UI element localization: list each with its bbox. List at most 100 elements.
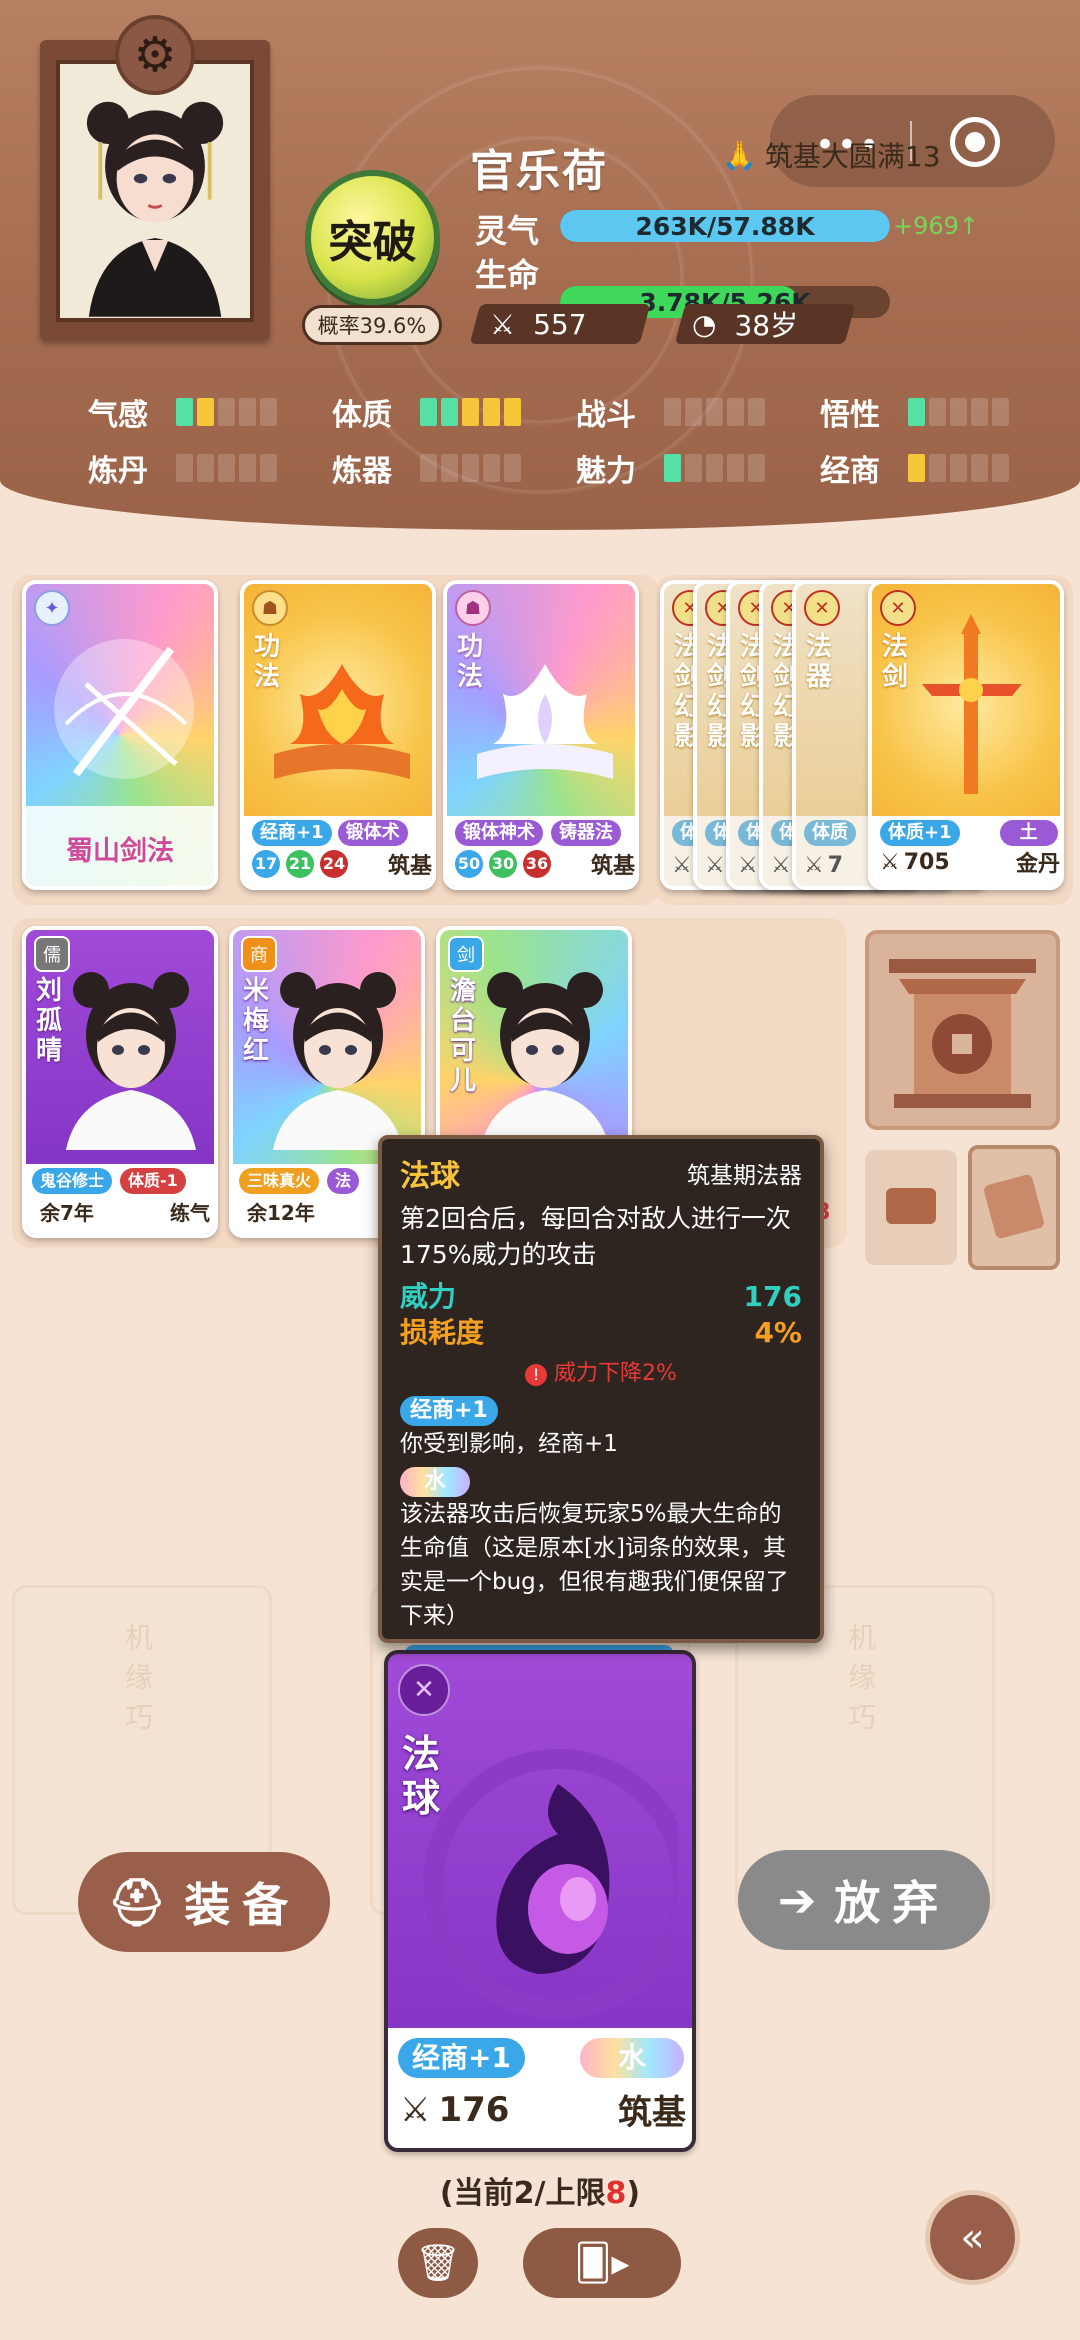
deck-button[interactable]: 🂠▸ [523,2228,681,2298]
warning-icon: ! [525,1364,548,1386]
trait-description: 该法器攻击后恢复玩家5%最大生命的生命值（这是原本[水]词条的效果，其实是一个b… [400,1501,789,1629]
attribute-name: 体质 [332,398,392,433]
npc-card-0[interactable]: 儒刘孤晴 鬼谷修士 体质-1 余7年 练气 [22,926,218,1238]
crossed-swords-icon: ⚔ [490,307,516,341]
attribute-pip [664,398,681,426]
attribute-pip [748,454,765,482]
npc-tag: 鬼谷修士 [32,1168,113,1194]
attribute-pip [664,454,681,482]
card-tag: 体质 [804,820,856,846]
tooltip-title: 法球 [400,1159,460,1194]
ghost-card-text: 机缘巧 [125,1621,154,1734]
power-value: 176 [743,1280,802,1313]
attribute-pips [176,398,277,426]
attribute-4: 炼丹 [88,446,332,490]
attribute-name: 炼丹 [88,454,148,489]
card-technique-1[interactable]: ☗ 功法 经商+1 锻体术 17 21 24 筑基 [240,580,436,890]
settings-gear-icon[interactable]: ⚙ [115,15,195,95]
attribute-pip [260,454,277,482]
attribute-pip [483,398,500,426]
card-tag: 体质+1 [880,820,960,846]
scroll-icon [982,1173,1046,1240]
flame-book-art [274,664,410,779]
npc-tag: 法 [327,1168,360,1194]
capacity-suffix: ) [626,2176,641,2211]
card-power: 705 [903,849,950,875]
close-target-icon[interactable] [950,117,1000,167]
attribute-pips [664,398,765,426]
attribute-name: 经商 [820,454,880,489]
character-portrait-art [60,65,250,317]
tooltip-subtitle: 筑基期法器 [687,1163,802,1189]
stat-num: 36 [523,850,551,878]
stat-num: 24 [320,850,348,878]
crossed-swords-icon: ⚔ [804,853,824,878]
attribute-name: 战斗 [576,398,636,433]
attribute-pip [441,398,458,426]
attribute-pip [727,454,744,482]
attribute-pip [197,454,214,482]
attribute-pips [664,454,765,482]
attribute-pip [748,398,765,426]
discard-button[interactable]: ➔ 放弃 [738,1850,990,1950]
stat-num: 30 [489,850,517,878]
trait-tag: 经商+1 [400,1396,498,1426]
lingqi-value: 263K/57.88K [635,211,815,241]
weapon-type-icon: ✕ [398,1664,450,1716]
bag-icon [886,1188,936,1224]
back-button[interactable]: « [925,2190,1020,2285]
attribute-0: 气感 [88,390,332,434]
stat-num: 21 [286,850,314,878]
npc-lifespan: 余12年 [247,1201,315,1225]
attribute-pip [971,398,988,426]
card-tag: 锻体术 [337,820,408,846]
trash-button[interactable]: 🗑 [398,2228,478,2298]
attribute-pip [685,454,702,482]
equip-button[interactable]: ⛑ 装备 [78,1852,330,1952]
double-chevron-left-icon: « [960,2214,985,2261]
attribute-5: 炼器 [332,446,576,490]
attribute-3: 悟性 [820,390,1020,434]
stat-num: 50 [455,850,483,878]
npc-tag: 体质-1 [120,1168,186,1194]
attribute-pip [420,398,437,426]
arrow-right-icon: ➔ [777,1873,817,1927]
attribute-pip [218,454,235,482]
attribute-6: 魅力 [576,446,820,490]
selected-card-faqiu[interactable]: ✕ 法球 经商+1 水 ⚔ 176 筑基 [384,1650,696,2152]
attribute-pip [950,454,967,482]
card-tag: 经商+1 [398,2038,525,2078]
scroll-button[interactable] [968,1145,1060,1270]
card-shushan-sword[interactable]: ✦ 蜀山剑法 [22,580,218,890]
npc-portrait [66,972,196,1150]
attribute-pip [504,454,521,482]
attribute-7: 经商 [820,446,1020,490]
attribute-pip [727,398,744,426]
attribute-pip [420,454,437,482]
age-value: 38岁 [734,309,799,342]
sword-art [54,639,194,779]
breakthrough-button[interactable]: 突破 [305,170,440,305]
npc-lifespan: 余7年 [40,1201,94,1225]
sword-type-icon: ✕ [804,590,840,626]
card-tag: 铸器法 [551,820,621,846]
capacity-limit: 8 [605,2176,627,2211]
character-name: 官乐荷 [470,146,608,197]
attribute-pip [462,398,479,426]
pavilion-button[interactable] [865,930,1060,1130]
equip-hat-icon: ⛑ [107,1874,167,1929]
power-value: 557 [533,307,587,341]
card-tag: 锻体神术 [455,820,543,846]
bag-button[interactable] [865,1150,957,1265]
npc-realm: 练气 [170,1201,210,1225]
cards-icon: 🂠▸ [574,2242,630,2284]
capacity-prefix: (当前2/上限 [439,2176,606,2211]
card-technique-2[interactable]: ☗ 功法 锻体神术 铸器法 50 30 36 筑基 [443,580,639,890]
card-sword-front[interactable]: ✕ 法剑 体质+1 土 ⚔ 705 金丹 [868,580,1064,890]
trash-icon: 🗑 [415,2243,461,2284]
card-tag: 土 [999,820,1058,846]
technique-icon: ☗ [455,590,491,626]
attribute-pip [197,398,214,426]
wear-label: 损耗度 [400,1316,485,1349]
card-power: 176 [438,2089,510,2130]
